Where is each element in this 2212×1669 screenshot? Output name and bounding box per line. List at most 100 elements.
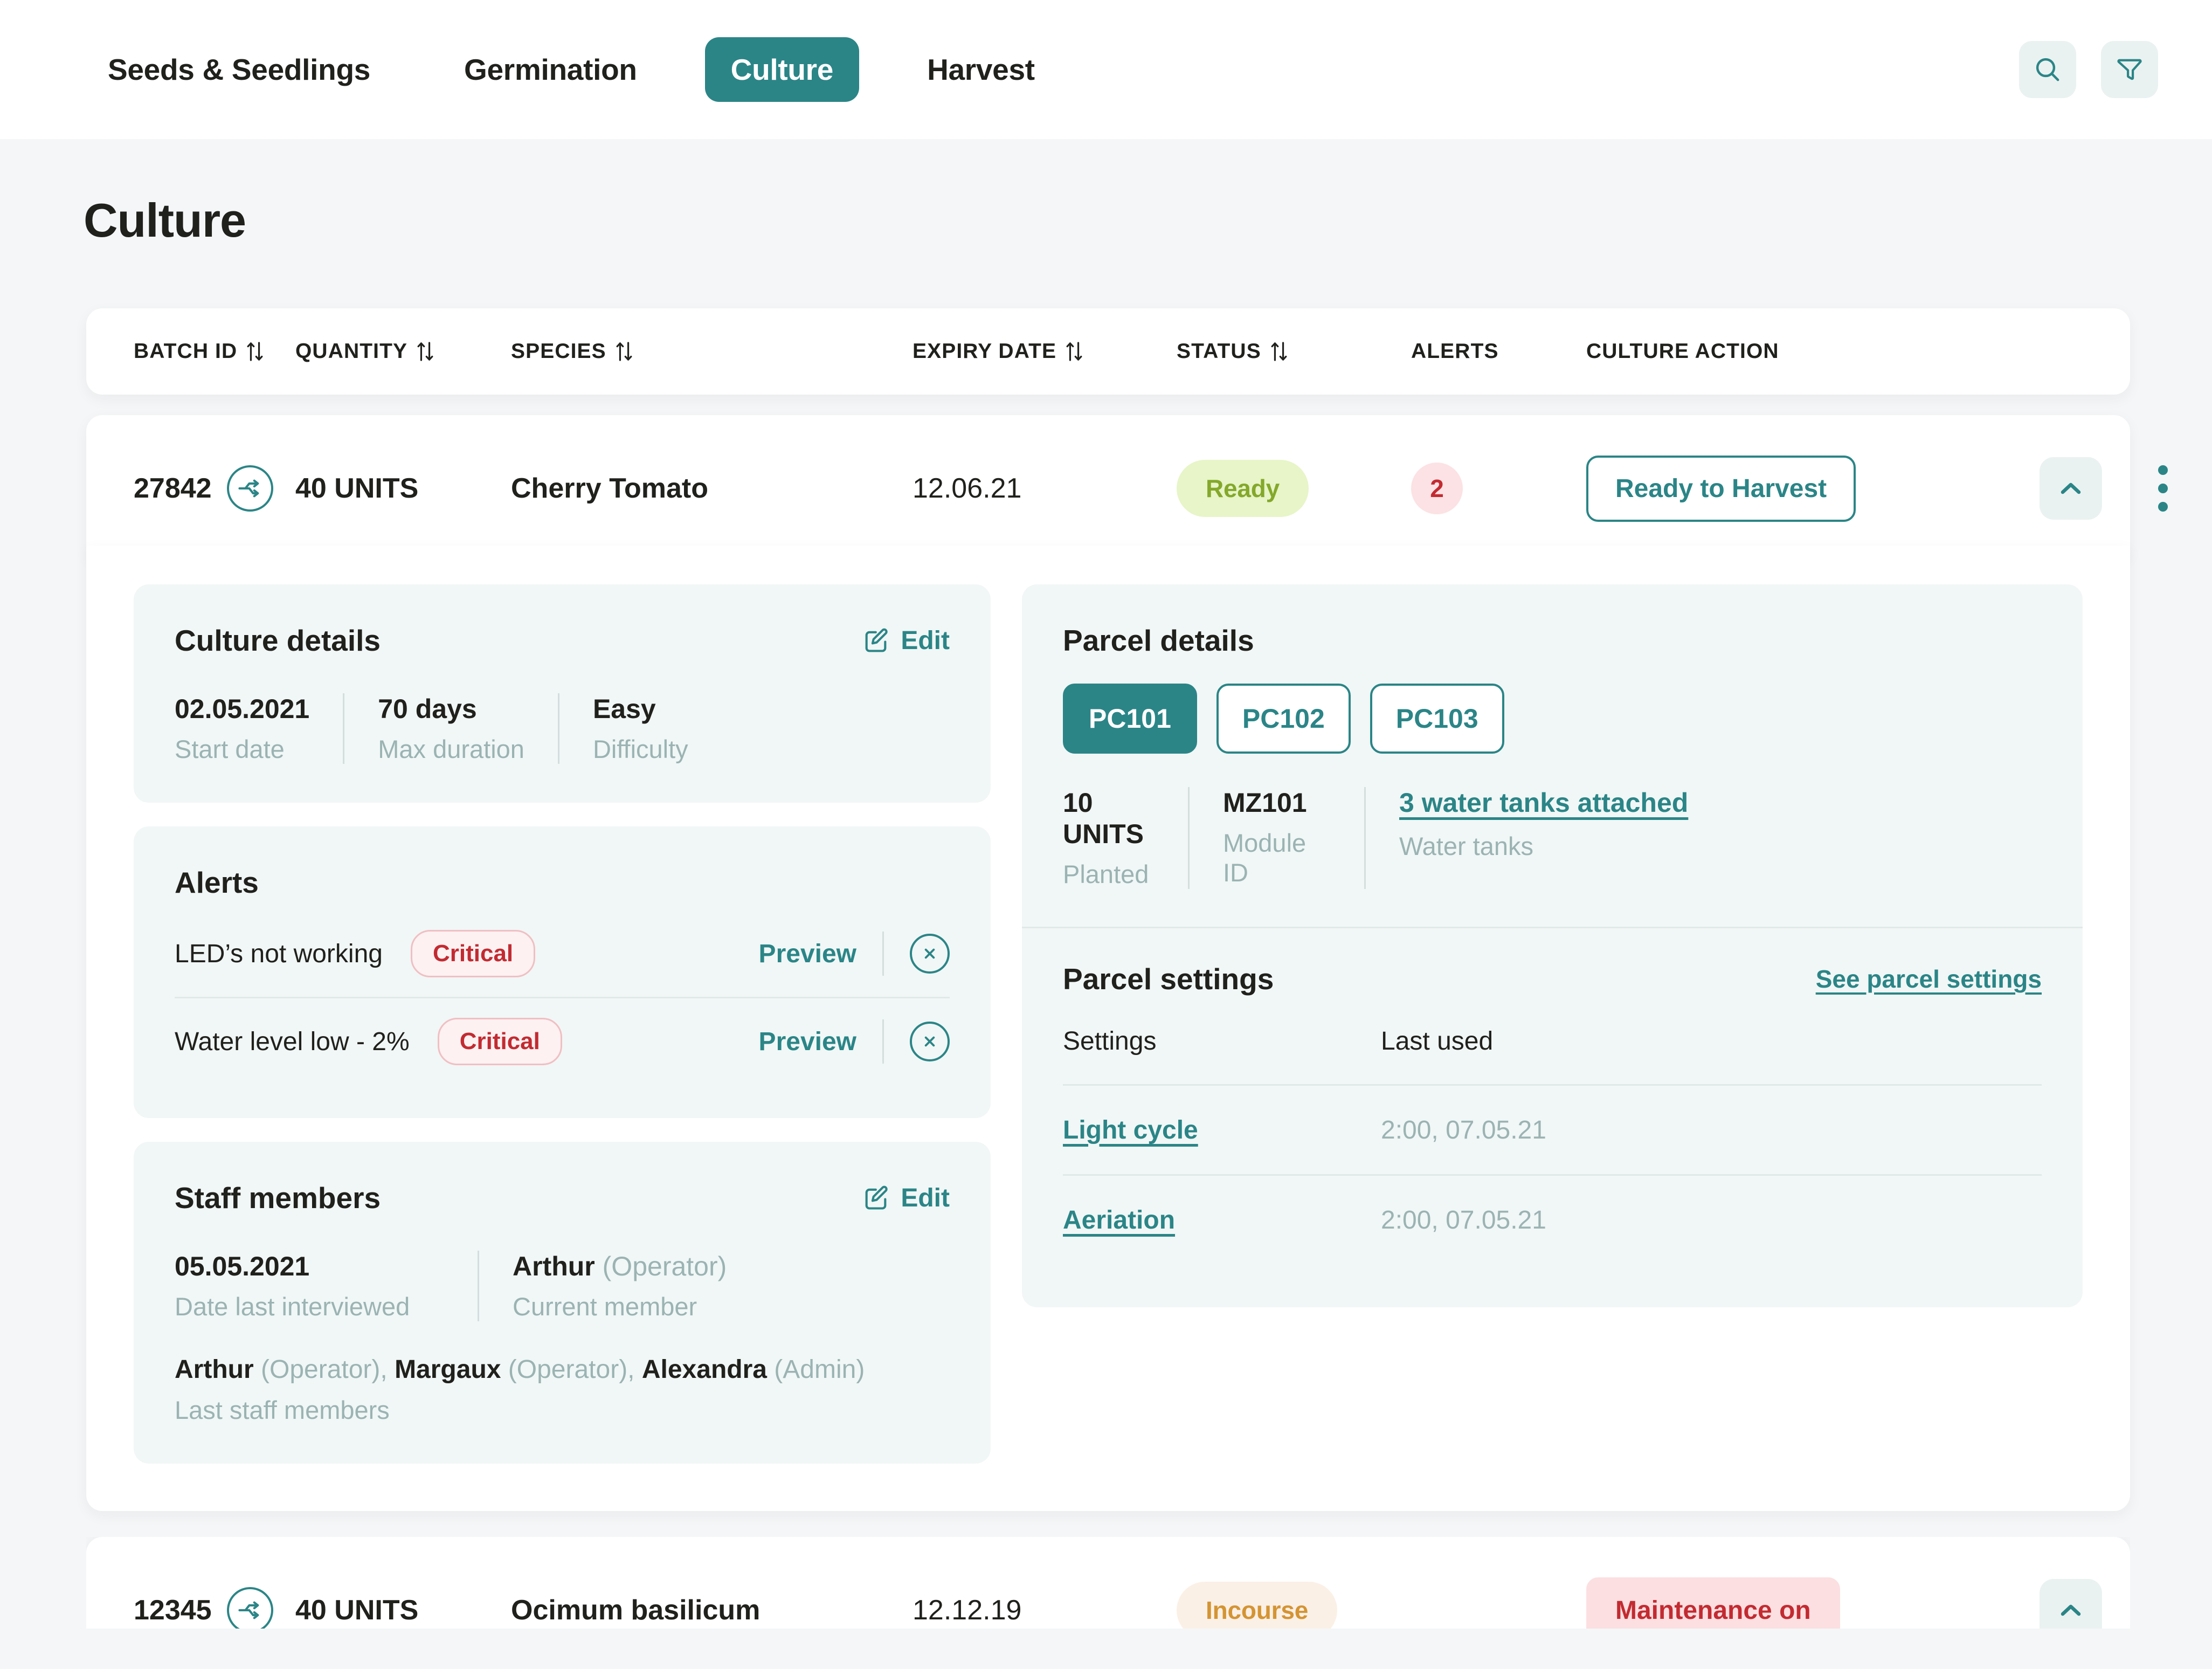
edit-culture-details-button[interactable]: Edit xyxy=(862,626,950,656)
staff-members-header: Staff members Edit xyxy=(175,1181,950,1215)
culture-details-header: Culture details Edit xyxy=(175,623,950,658)
nav-item-harvest[interactable]: Harvest xyxy=(901,37,1061,102)
row-detail-panel: Culture details Edit 02.05.2021 Start da… xyxy=(86,546,2130,1511)
parcel-tab-pc102[interactable]: PC102 xyxy=(1216,684,1351,754)
app-root: Seeds & Seedlings Germination Culture Ha… xyxy=(0,0,2212,1669)
member-role: (Admin) xyxy=(766,1355,865,1384)
stat-label: Current member xyxy=(513,1292,697,1321)
alerts-count-badge[interactable]: 2 xyxy=(1411,463,1463,514)
table-row[interactable]: 12345 40 UNITS Ocimum basilicum 12.12.19… xyxy=(86,1537,2130,1629)
cell-species: Cherry Tomato xyxy=(511,472,913,505)
alert-actions: Preview xyxy=(759,932,950,976)
stat-label: Planted xyxy=(1063,860,1149,888)
column-label: QUANTITY xyxy=(295,340,408,363)
column-header-quantity[interactable]: QUANTITY xyxy=(295,340,511,363)
culture-details-stats: 02.05.2021 Start date 70 days Max durati… xyxy=(175,693,950,764)
water-tanks-link[interactable]: 3 water tanks attached xyxy=(1399,787,1688,818)
member-role: (Operator), xyxy=(501,1355,642,1384)
see-parcel-settings-link[interactable]: See parcel settings xyxy=(1816,964,2042,994)
filter-icon xyxy=(2117,59,2142,80)
setting-light-cycle-link[interactable]: Light cycle xyxy=(1063,1116,1198,1144)
dismiss-alert-button[interactable] xyxy=(910,1022,950,1061)
alert-severity-badge: Critical xyxy=(410,930,536,977)
divider xyxy=(882,932,884,976)
column-header-expiry-date[interactable]: EXPIRY DATE xyxy=(913,340,1177,363)
cell-expiry-date: 12.12.19 xyxy=(913,1594,1177,1626)
nav-item-seeds-and-seedlings[interactable]: Seeds & Seedlings xyxy=(82,37,396,102)
expiry-date-value: 12.12.19 xyxy=(913,1595,1022,1626)
column-label: EXPIRY DATE xyxy=(913,340,1057,363)
staff-members-title: Staff members xyxy=(175,1181,381,1215)
stat-label: Start date xyxy=(175,735,285,763)
member-name: Margaux xyxy=(395,1355,501,1384)
split-batch-icon[interactable] xyxy=(226,1587,273,1629)
culture-details-card: Culture details Edit 02.05.2021 Start da… xyxy=(134,584,991,803)
primary-nav: Seeds & Seedlings Germination Culture Ha… xyxy=(82,37,1061,102)
split-batch-icon[interactable] xyxy=(226,465,273,512)
edit-staff-members-button[interactable]: Edit xyxy=(862,1183,950,1213)
alert-preview-button[interactable]: Preview xyxy=(759,939,856,969)
member-role: (Operator) xyxy=(595,1251,727,1281)
parcel-settings-table: Settings Last used Light cycle 2:00, 07.… xyxy=(1063,1026,2042,1264)
stat-value: Arthur (Operator) xyxy=(513,1251,727,1282)
alert-name: LED’s not working xyxy=(175,939,383,968)
expiry-date-value: 12.06.21 xyxy=(913,473,1022,504)
dismiss-alert-button[interactable] xyxy=(910,934,950,974)
chevron-up-icon xyxy=(2061,482,2081,494)
cell-culture-action: Ready to Harvest xyxy=(1586,455,1880,522)
parcel-tab-pc103[interactable]: PC103 xyxy=(1370,684,1504,754)
alert-name: Water level low - 2% xyxy=(175,1027,410,1056)
stat-difficulty: Easy Difficulty xyxy=(593,693,688,764)
cell-alerts: 2 xyxy=(1411,463,1586,514)
member-name: Arthur xyxy=(175,1355,254,1384)
divider xyxy=(882,1019,884,1064)
parcel-tab-pc101[interactable]: PC101 xyxy=(1063,684,1197,754)
page-body: Culture BATCH ID QUANTITY SPECIES EXPIRY… xyxy=(0,193,2212,1629)
settings-column-label: Settings xyxy=(1063,1027,1157,1056)
collapse-row-button[interactable] xyxy=(2040,457,2102,520)
setting-aeriation-link[interactable]: Aeriation xyxy=(1063,1206,1175,1234)
search-button[interactable] xyxy=(2019,41,2076,98)
cell-batch-id: 12345 xyxy=(134,1587,295,1629)
row-overflow-menu-button[interactable] xyxy=(2158,465,2168,512)
maintenance-on-button[interactable]: Maintenance on xyxy=(1586,1577,1840,1629)
column-header-batch-id[interactable]: BATCH ID xyxy=(134,340,295,363)
alert-preview-button[interactable]: Preview xyxy=(759,1027,856,1057)
ready-to-harvest-button[interactable]: Ready to Harvest xyxy=(1586,455,1856,522)
column-label: ALERTS xyxy=(1411,340,1499,363)
alerts-header: Alerts xyxy=(175,865,950,900)
divider xyxy=(1364,787,1366,889)
stat-value: 10 UNITS xyxy=(1063,788,1144,849)
settings-table-header: Settings Last used xyxy=(1063,1026,2042,1084)
parcel-settings-header: Parcel settings See parcel settings xyxy=(1063,962,2042,996)
member-role: (Operator), xyxy=(253,1355,395,1384)
kebab-dot xyxy=(2158,502,2168,512)
parcel-details-title: Parcel details xyxy=(1063,624,1254,657)
column-label: STATUS xyxy=(1177,340,1261,363)
filter-button[interactable] xyxy=(2101,41,2158,98)
last-staff-members-list: Arthur (Operator), Margaux (Operator), A… xyxy=(175,1355,950,1384)
table-row-partial: 12345 40 UNITS Ocimum basilicum 12.12.19… xyxy=(86,1537,2130,1629)
divider xyxy=(1022,927,2083,928)
kebab-dot xyxy=(2158,484,2168,493)
sort-icon xyxy=(1065,340,1083,363)
cell-collapse xyxy=(2040,1579,2102,1629)
column-header-status[interactable]: STATUS xyxy=(1177,340,1411,363)
edit-pencil-icon xyxy=(865,1185,888,1210)
nav-item-germination[interactable]: Germination xyxy=(438,37,663,102)
collapse-row-button[interactable] xyxy=(2040,1579,2102,1629)
cell-collapse xyxy=(2040,457,2102,520)
stat-max-duration: 70 days Max duration xyxy=(378,693,524,764)
alert-actions: Preview xyxy=(759,1019,950,1064)
stat-value: MZ101 xyxy=(1223,788,1307,818)
edit-pencil-icon xyxy=(865,628,888,652)
stat-module-id: MZ101 Module ID xyxy=(1223,787,1331,889)
column-header-species[interactable]: SPECIES xyxy=(511,340,913,363)
species-value: Ocimum basilicum xyxy=(511,1595,761,1626)
nav-item-culture[interactable]: Culture xyxy=(704,37,860,102)
table-row[interactable]: 27842 40 UNITS Cherry Tomato 12.06.21 Re… xyxy=(86,415,2168,562)
setting-last-used: 2:00, 07.05.21 xyxy=(1381,1205,1546,1234)
sort-icon xyxy=(416,340,434,363)
parcel-settings-title: Parcel settings xyxy=(1063,962,1274,996)
setting-last-used: 2:00, 07.05.21 xyxy=(1381,1115,1546,1144)
